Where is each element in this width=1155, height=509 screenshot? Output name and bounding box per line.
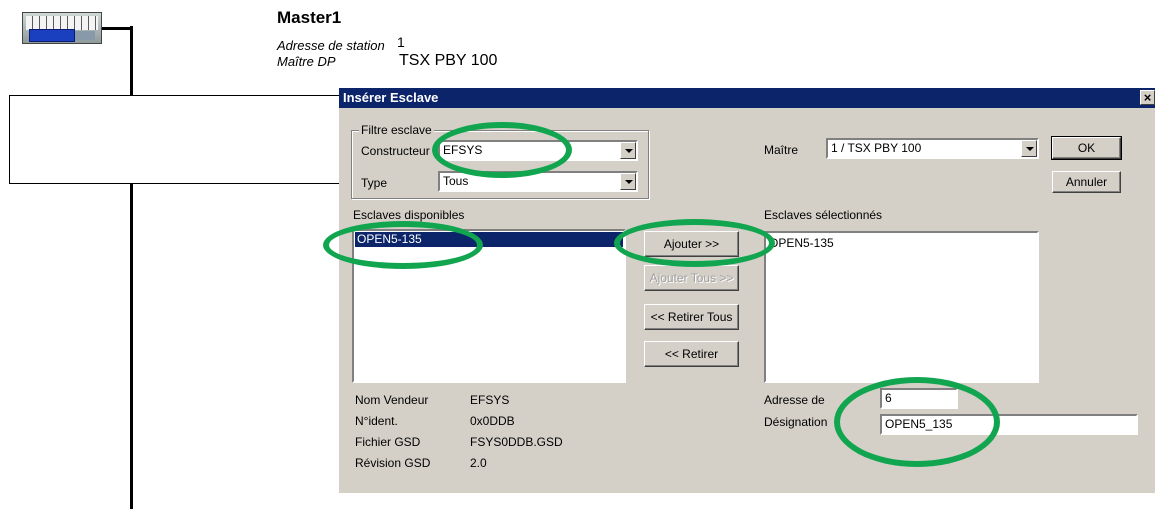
master-dp-value: TSX PBY 100 <box>399 52 498 69</box>
constructeur-label: Constructeur <box>361 144 430 158</box>
ident-value: 0x0DDB <box>470 414 515 428</box>
chevron-down-icon[interactable] <box>620 142 636 159</box>
maitre-value: 1 / TSX PBY 100 <box>831 141 922 155</box>
highlight-ring-available-item <box>323 221 483 269</box>
gsd-file-value: FSYS0DDB.GSD <box>470 435 563 449</box>
highlight-ring-address-designation <box>834 377 1000 467</box>
add-all-button[interactable]: Ajouter Tous >> <box>644 265 739 291</box>
maitre-label: Maître <box>764 143 799 157</box>
bus-connector-line <box>102 27 132 30</box>
chevron-down-icon[interactable] <box>620 173 636 190</box>
vendor-value: EFSYS <box>470 393 510 407</box>
dialog-title: Insérer Esclave <box>343 90 439 105</box>
remove-all-button[interactable]: << Retirer Tous <box>644 304 739 330</box>
cancel-button[interactable]: Annuler <box>1052 171 1121 193</box>
highlight-ring-constructeur <box>432 122 572 178</box>
station-address-value: 1 <box>397 34 405 50</box>
list-item[interactable]: OPEN5-135 <box>767 236 1036 251</box>
highlight-ring-add-button <box>614 219 775 267</box>
vendor-label: Nom Vendeur <box>355 393 429 407</box>
gsd-file-label: Fichier GSD <box>355 435 421 449</box>
type-value: Tous <box>443 174 469 188</box>
available-slaves-label: Esclaves disponibles <box>353 208 465 222</box>
station-address-label: Adresse de station <box>277 38 385 53</box>
type-label: Type <box>361 176 388 190</box>
chevron-down-icon[interactable] <box>1021 140 1037 157</box>
maitre-select[interactable]: 1 / TSX PBY 100 <box>826 138 1039 159</box>
gsd-revision-label: Révision GSD <box>355 456 431 470</box>
empty-slave-slot[interactable] <box>9 95 342 184</box>
close-icon[interactable]: × <box>1140 90 1155 105</box>
ok-button[interactable]: OK <box>1051 136 1122 160</box>
plc-rack-icon <box>22 12 102 44</box>
selected-slaves-list[interactable]: OPEN5-135 <box>764 231 1039 383</box>
master-title: Master1 <box>277 8 342 27</box>
selected-slaves-label: Esclaves sélectionnés <box>764 208 883 222</box>
ident-label: N°ident. <box>355 414 398 428</box>
gsd-revision-value: 2.0 <box>470 456 487 470</box>
designation-label: Désignation <box>764 415 828 429</box>
slave-filter-group-label: Filtre esclave <box>359 123 434 137</box>
remove-button[interactable]: << Retirer <box>644 341 739 367</box>
address-label: Adresse de <box>764 393 825 407</box>
dialog-titlebar[interactable]: Insérer Esclave <box>339 88 1155 108</box>
master-dp-label: Maître DP <box>277 54 336 69</box>
